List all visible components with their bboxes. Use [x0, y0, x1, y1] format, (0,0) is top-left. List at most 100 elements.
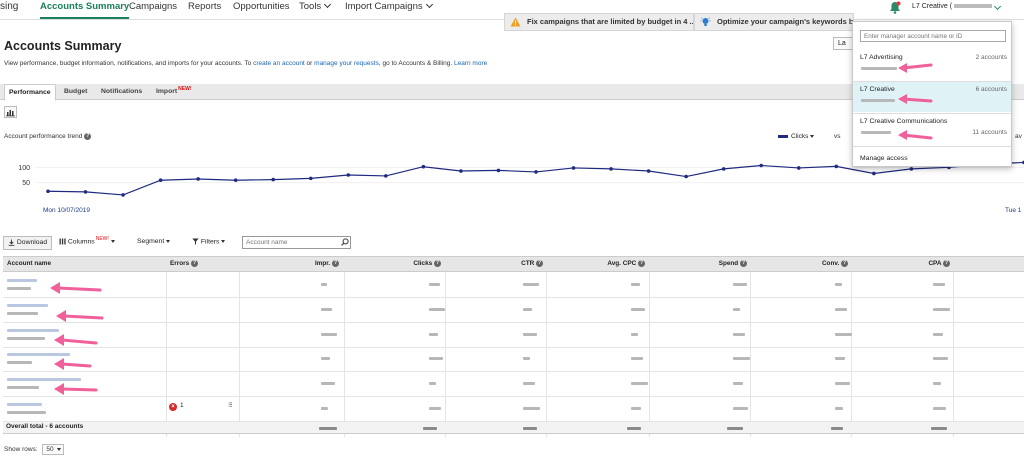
help-icon[interactable]: ? — [434, 259, 441, 267]
col-conv[interactable]: Conv. ? — [783, 257, 848, 272]
manager-account-search-input[interactable] — [860, 30, 1006, 42]
data-point[interactable] — [421, 164, 426, 169]
col-clicks[interactable]: Clicks ? — [383, 257, 441, 272]
account-search-input[interactable] — [242, 236, 351, 249]
help-icon[interactable]: ? — [841, 259, 848, 267]
help-icon[interactable]: ? — [638, 259, 645, 267]
data-point[interactable] — [646, 169, 651, 173]
bell-icon[interactable] — [889, 1, 901, 14]
download-button[interactable]: Download — [3, 236, 53, 250]
data-point[interactable] — [721, 167, 726, 171]
redacted-value — [523, 407, 540, 410]
nav-tools[interactable]: Tools — [299, 0, 332, 14]
data-point[interactable] — [46, 189, 50, 194]
data-point[interactable] — [459, 169, 463, 173]
data-point[interactable] — [121, 193, 125, 197]
columns-button[interactable]: ColumnsNEW! — [59, 236, 115, 245]
chart-toggle-button[interactable] — [4, 106, 17, 118]
error-icon[interactable]: × — [169, 403, 177, 411]
manage-access-link[interactable]: Manage access — [860, 155, 908, 162]
notification-text: Optimize your campaign's keywords bi — [717, 17, 854, 26]
help-icon[interactable]: ? — [84, 133, 92, 140]
nav-accounts-summary[interactable]: Accounts Summary — [40, 0, 130, 19]
data-point[interactable] — [872, 171, 876, 176]
tab-import[interactable]: ImportNEW! — [156, 84, 192, 100]
data-point[interactable] — [909, 167, 914, 171]
col-ctr[interactable]: CTR ? — [483, 257, 543, 272]
redacted-value — [933, 357, 948, 361]
account-name-link[interactable] — [7, 279, 37, 282]
redacted-value — [733, 407, 748, 410]
redacted-value — [933, 407, 946, 410]
tab-budget[interactable]: Budget — [64, 84, 87, 100]
redacted-value — [931, 427, 947, 430]
table-row[interactable] — [3, 347, 1024, 373]
data-point[interactable] — [759, 163, 764, 168]
redacted-value — [733, 283, 747, 286]
table-row[interactable] — [3, 273, 1024, 298]
data-point[interactable] — [496, 168, 501, 173]
data-point[interactable] — [684, 174, 688, 179]
data-point[interactable] — [346, 173, 351, 177]
data-point[interactable] — [609, 167, 613, 171]
data-point[interactable] — [308, 176, 313, 181]
nav-campaigns[interactable]: Campaigns — [129, 0, 177, 14]
table-row[interactable]: × 1 ⁝⁝⁝ — [3, 397, 1024, 422]
help-icon[interactable]: ? — [190, 259, 198, 267]
legend-metric-selector[interactable]: Clicks — [778, 133, 815, 140]
filters-button[interactable]: Filters — [192, 238, 226, 245]
chevron-down-icon — [810, 134, 815, 138]
show-rows-label: Show rows: — [4, 446, 38, 454]
account-name-link[interactable] — [7, 403, 42, 406]
tab-notifications[interactable]: Notifications — [101, 84, 142, 100]
help-icon[interactable]: ? — [332, 259, 339, 267]
notification-keywords[interactable]: Optimize your campaign's keywords bi — [694, 13, 854, 31]
notification-budget[interactable]: Fix campaigns that are limited by budget… — [504, 13, 694, 31]
data-point[interactable] — [233, 178, 238, 183]
col-avg-cpc[interactable]: Avg. CPC ? — [583, 257, 645, 272]
manage-requests-link[interactable]: manage your requests — [314, 60, 379, 67]
col-account-name[interactable]: Account name — [7, 257, 51, 272]
legend-metric-label: Clicks — [791, 133, 809, 140]
redacted-value — [321, 357, 330, 361]
data-point[interactable] — [796, 166, 801, 170]
data-point[interactable] — [271, 177, 276, 182]
data-point[interactable] — [571, 166, 576, 170]
account-id — [7, 287, 31, 290]
table-row[interactable] — [3, 298, 1024, 323]
more-icon[interactable]: ⁝⁝⁝ — [228, 401, 233, 409]
data-point[interactable] — [196, 177, 200, 181]
annotation-arrow — [56, 286, 102, 292]
col-errors[interactable]: Errors ? — [170, 257, 198, 272]
nav-opportunities[interactable]: Opportunities — [233, 0, 290, 14]
annotation-arrowhead — [54, 383, 64, 395]
col-cpa[interactable]: CPA ? — [883, 257, 950, 272]
data-point[interactable] — [534, 170, 538, 174]
data-point[interactable] — [384, 174, 388, 178]
annotation-arrowhead — [56, 310, 66, 322]
learn-more-link[interactable]: Learn more — [454, 60, 487, 67]
data-point[interactable] — [83, 190, 88, 194]
redacted-value — [631, 283, 640, 286]
nav-reports[interactable]: Reports — [188, 0, 221, 14]
redacted-value — [835, 283, 842, 286]
redacted-value — [423, 427, 437, 430]
table-row[interactable] — [3, 372, 1024, 398]
help-icon[interactable]: ? — [536, 259, 543, 267]
account-switcher[interactable]: L7 Creative ( — [912, 2, 1002, 11]
data-point[interactable] — [158, 178, 163, 183]
legend-compare-metric[interactable]: av — [1015, 133, 1022, 140]
data-point[interactable] — [834, 164, 839, 169]
col-impr[interactable]: Impr. ? — [283, 257, 339, 272]
help-icon[interactable]: ? — [943, 259, 950, 267]
table-row[interactable] — [3, 323, 1024, 348]
col-spend[interactable]: Spend ? — [683, 257, 747, 272]
segment-button[interactable]: Segment — [137, 238, 171, 245]
search-icon[interactable] — [341, 238, 349, 246]
rows-per-page-select[interactable]: 50 — [42, 444, 65, 455]
help-icon[interactable]: ? — [740, 259, 747, 267]
tab-performance[interactable]: Performance — [4, 84, 56, 101]
error-count: 1 — [180, 402, 184, 409]
create-account-link[interactable]: create an account — [253, 60, 305, 67]
nav-import-campaigns[interactable]: Import Campaigns — [345, 0, 433, 14]
